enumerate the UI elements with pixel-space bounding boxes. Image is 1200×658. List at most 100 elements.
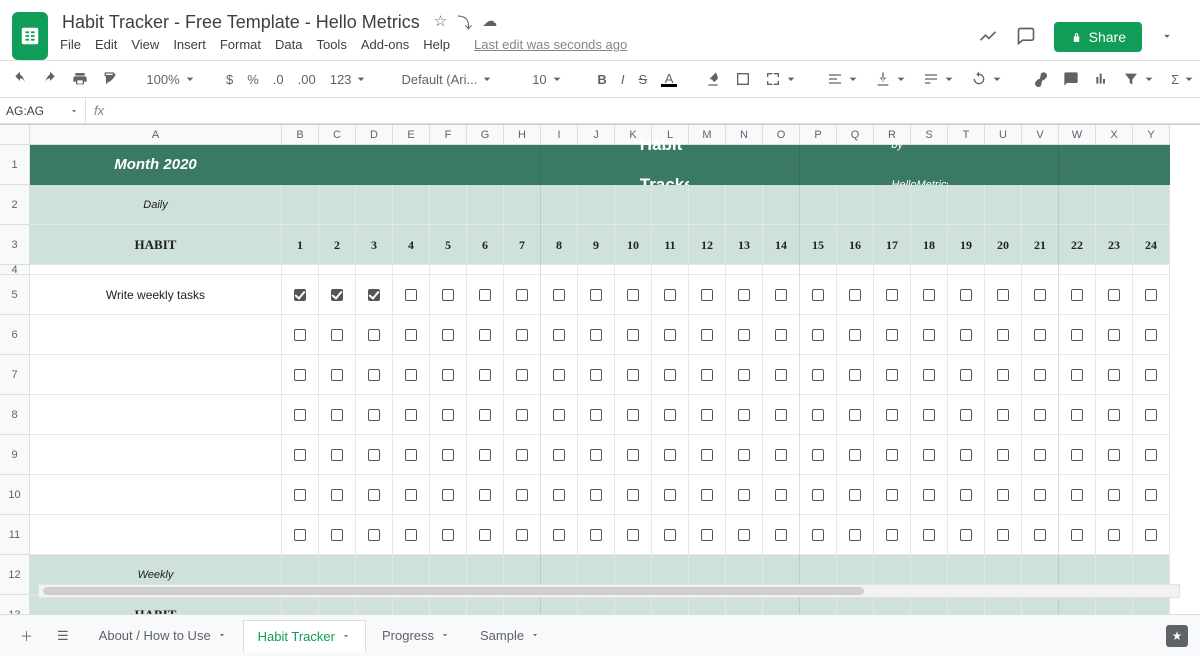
credit-link[interactable]: by HelloMetrics.co bbox=[911, 145, 948, 185]
checkbox-cell[interactable] bbox=[356, 395, 393, 435]
cell[interactable] bbox=[948, 185, 985, 225]
row-header[interactable]: 11 bbox=[0, 515, 30, 555]
checkbox-cell[interactable] bbox=[948, 475, 985, 515]
habit-name-cell[interactable] bbox=[30, 355, 282, 395]
insert-chart-button[interactable] bbox=[1089, 67, 1113, 91]
explore-button[interactable] bbox=[1166, 625, 1188, 647]
strikethrough-button[interactable]: S bbox=[634, 68, 651, 91]
menu-tools[interactable]: Tools bbox=[316, 37, 346, 52]
checkbox-cell[interactable] bbox=[430, 275, 467, 315]
cell[interactable] bbox=[800, 185, 837, 225]
checkbox-cell[interactable] bbox=[689, 355, 726, 395]
checkbox-cell[interactable] bbox=[985, 395, 1022, 435]
last-edit-link[interactable]: Last edit was seconds ago bbox=[474, 37, 627, 52]
habit-name-cell[interactable] bbox=[30, 435, 282, 475]
checkbox-cell[interactable] bbox=[763, 435, 800, 475]
checkbox-cell[interactable] bbox=[1133, 435, 1170, 475]
cell[interactable] bbox=[1133, 265, 1170, 275]
checkbox-cell[interactable] bbox=[763, 395, 800, 435]
column-header[interactable]: D bbox=[356, 125, 393, 145]
add-sheet-button[interactable]: ＋ bbox=[12, 620, 41, 651]
cell[interactable] bbox=[541, 185, 578, 225]
checkbox-cell[interactable] bbox=[282, 435, 319, 475]
checkbox-cell[interactable] bbox=[985, 475, 1022, 515]
row-header[interactable]: 3 bbox=[0, 225, 30, 265]
column-header[interactable]: F bbox=[430, 125, 467, 145]
checkbox-cell[interactable] bbox=[541, 315, 578, 355]
currency-button[interactable]: $ bbox=[222, 68, 237, 91]
checkbox-cell[interactable] bbox=[393, 475, 430, 515]
cell[interactable] bbox=[541, 265, 578, 275]
checkbox-cell[interactable] bbox=[1133, 315, 1170, 355]
fill-color-button[interactable] bbox=[701, 67, 725, 91]
checkbox-cell[interactable] bbox=[800, 275, 837, 315]
day-number[interactable]: 22 bbox=[1059, 225, 1096, 265]
cell[interactable] bbox=[393, 265, 430, 275]
name-box[interactable]: AG:AG bbox=[0, 98, 86, 123]
checkbox-cell[interactable] bbox=[356, 355, 393, 395]
checkbox-cell[interactable] bbox=[763, 475, 800, 515]
checkbox-cell[interactable] bbox=[948, 435, 985, 475]
functions-button[interactable]: Σ bbox=[1167, 67, 1200, 91]
day-number[interactable]: 20 bbox=[985, 225, 1022, 265]
checkbox-cell[interactable] bbox=[911, 275, 948, 315]
cell[interactable] bbox=[319, 265, 356, 275]
checkbox-cell[interactable] bbox=[948, 275, 985, 315]
cell[interactable] bbox=[911, 265, 948, 275]
sheet-tab[interactable]: Sample bbox=[466, 620, 554, 652]
checkbox-cell[interactable] bbox=[726, 395, 763, 435]
checkbox-cell[interactable] bbox=[689, 435, 726, 475]
checkbox-cell[interactable] bbox=[578, 435, 615, 475]
checkbox-cell[interactable] bbox=[1133, 515, 1170, 555]
checkbox-cell[interactable] bbox=[541, 395, 578, 435]
checkbox-cell[interactable] bbox=[578, 315, 615, 355]
checkbox-cell[interactable] bbox=[652, 275, 689, 315]
checkbox-cell[interactable] bbox=[1133, 395, 1170, 435]
checkbox-cell[interactable] bbox=[393, 275, 430, 315]
comment-icon[interactable] bbox=[1016, 26, 1036, 49]
checkbox-cell[interactable] bbox=[652, 435, 689, 475]
column-header[interactable]: W bbox=[1059, 125, 1096, 145]
day-number[interactable]: 16 bbox=[837, 225, 874, 265]
sheet-tab[interactable]: Progress bbox=[368, 620, 464, 652]
cell[interactable] bbox=[726, 185, 763, 225]
cell[interactable] bbox=[837, 265, 874, 275]
h-align-button[interactable] bbox=[823, 67, 865, 91]
checkbox-cell[interactable] bbox=[874, 275, 911, 315]
cell[interactable] bbox=[689, 265, 726, 275]
cell[interactable] bbox=[763, 185, 800, 225]
checkbox-cell[interactable] bbox=[504, 275, 541, 315]
checkbox-cell[interactable] bbox=[1059, 315, 1096, 355]
checkbox-cell[interactable] bbox=[282, 315, 319, 355]
cell[interactable] bbox=[948, 265, 985, 275]
account-dropdown-icon[interactable] bbox=[1160, 29, 1174, 46]
checkbox-cell[interactable] bbox=[282, 475, 319, 515]
column-header[interactable]: G bbox=[467, 125, 504, 145]
checkbox-cell[interactable] bbox=[726, 435, 763, 475]
day-number[interactable]: 24 bbox=[1133, 225, 1170, 265]
filter-button[interactable] bbox=[1119, 67, 1161, 91]
cell[interactable] bbox=[1096, 265, 1133, 275]
undo-button[interactable] bbox=[8, 67, 32, 91]
font-size-select[interactable]: 10 bbox=[523, 67, 573, 91]
column-header[interactable]: O bbox=[763, 125, 800, 145]
row-header[interactable]: 1 bbox=[0, 145, 30, 185]
cell[interactable] bbox=[763, 265, 800, 275]
horizontal-scrollbar[interactable] bbox=[38, 584, 1180, 598]
checkbox-cell[interactable] bbox=[578, 275, 615, 315]
checkbox-cell[interactable] bbox=[541, 355, 578, 395]
checkbox-cell[interactable] bbox=[837, 355, 874, 395]
cell[interactable] bbox=[615, 185, 652, 225]
checkbox-cell[interactable] bbox=[948, 395, 985, 435]
habit-name-cell[interactable] bbox=[30, 515, 282, 555]
checkbox-cell[interactable] bbox=[911, 395, 948, 435]
cell[interactable] bbox=[356, 185, 393, 225]
checkbox-cell[interactable] bbox=[837, 435, 874, 475]
checkbox-cell[interactable] bbox=[430, 315, 467, 355]
checkbox-cell[interactable] bbox=[1096, 275, 1133, 315]
checkbox-cell[interactable] bbox=[319, 435, 356, 475]
star-icon[interactable]: ☆ bbox=[434, 12, 447, 33]
checkbox-cell[interactable] bbox=[689, 395, 726, 435]
checkbox-cell[interactable] bbox=[282, 275, 319, 315]
checkbox-cell[interactable] bbox=[1022, 515, 1059, 555]
